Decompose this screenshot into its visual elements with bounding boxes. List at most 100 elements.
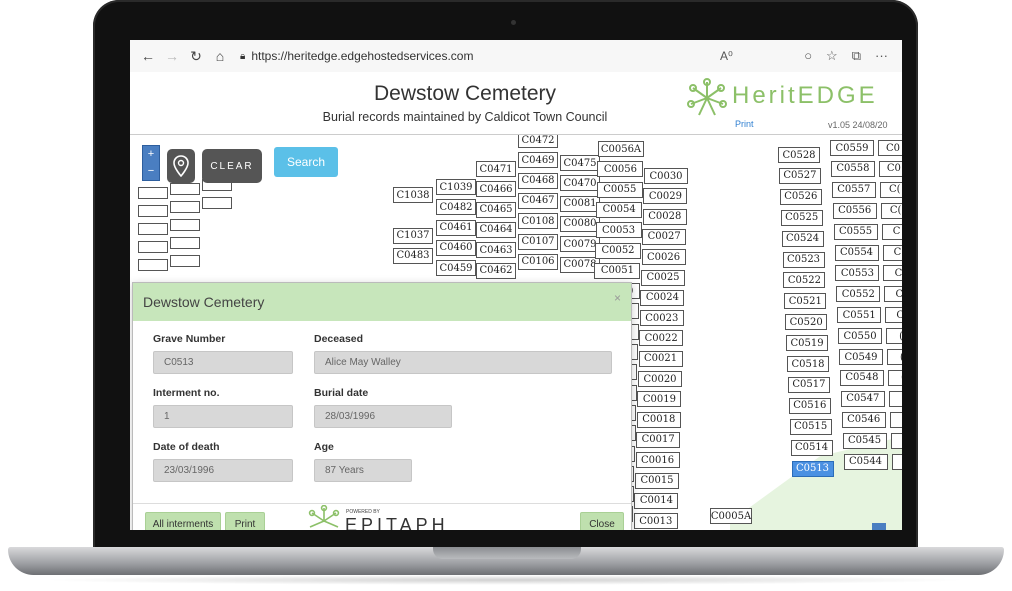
plot-c0467[interactable]: C0467 <box>518 192 558 209</box>
plot-c0023[interactable]: C0023 <box>639 310 684 327</box>
plot-c[interactable]: C <box>881 223 902 240</box>
plot-c0472[interactable]: C0472 <box>518 135 558 148</box>
plot-[interactable]: ( <box>887 369 902 386</box>
plot-c0525[interactable]: C0525 <box>780 209 823 226</box>
plot-partial[interactable] <box>891 453 902 470</box>
plot-c0551[interactable]: C0551 <box>837 307 882 324</box>
plot-c0030[interactable]: C0030 <box>644 168 688 184</box>
all-interments-button[interactable]: All interments <box>145 512 221 530</box>
plot-c0053[interactable]: C0053 <box>595 222 642 239</box>
plot-c0015[interactable]: C0015 <box>635 472 679 489</box>
plot-c0018[interactable]: C0018 <box>636 411 681 428</box>
plot-partial[interactable] <box>890 432 902 449</box>
plot-c0463[interactable]: C0463 <box>476 242 516 259</box>
plot-c0475[interactable]: C0475 <box>560 155 600 171</box>
plot-c0026[interactable]: C0026 <box>641 249 686 266</box>
plot-c0465[interactable]: C0465 <box>476 201 516 218</box>
plot-c0466[interactable]: C0466 <box>476 181 516 198</box>
plot-c[interactable]: C( <box>880 202 902 219</box>
plot-c0[interactable]: C0 <box>878 140 902 156</box>
plot-c0554[interactable]: C0554 <box>834 244 879 261</box>
plot-c0459[interactable]: C0459 <box>436 260 476 277</box>
collections-icon[interactable]: ⧉ <box>852 48 861 64</box>
plot-c0014[interactable]: C0014 <box>634 492 679 509</box>
plot-c0553[interactable]: C0553 <box>835 265 880 282</box>
plot-c0550[interactable]: C0550 <box>838 328 883 345</box>
plot-c0027[interactable]: C0027 <box>642 228 687 245</box>
plot-c0552[interactable]: C0552 <box>836 286 881 303</box>
plot-c0468[interactable]: C0468 <box>518 172 558 189</box>
plot-c0558[interactable]: C0558 <box>830 160 875 177</box>
plot-c0519[interactable]: C0519 <box>786 335 829 352</box>
plot-c1038[interactable]: C1038 <box>393 187 433 203</box>
plot-c[interactable]: C <box>883 265 902 282</box>
plot-[interactable]: ( <box>888 390 902 407</box>
map-corner-control[interactable] <box>872 523 886 530</box>
plot-c0019[interactable]: C0019 <box>637 391 682 408</box>
plot-c0020[interactable]: C0020 <box>638 371 682 387</box>
plot-c0545[interactable]: C0545 <box>842 432 887 449</box>
zoom-control[interactable]: + − <box>142 145 160 181</box>
forward-icon[interactable]: → <box>160 48 184 64</box>
plot-[interactable]: ( <box>887 349 902 365</box>
more-icon[interactable]: ··· <box>875 48 888 64</box>
plot-c0523[interactable]: C0523 <box>782 251 825 268</box>
plot-c1037[interactable]: C1037 <box>393 227 433 244</box>
plot-c0056a[interactable]: C0056A <box>598 141 644 157</box>
plot-c0005a[interactable]: C0005A <box>710 508 752 524</box>
plot-c0079[interactable]: C0079 <box>560 236 600 253</box>
home-icon[interactable]: ⌂ <box>208 48 232 64</box>
print-link[interactable]: Print <box>735 119 754 129</box>
plot-c0548[interactable]: C0548 <box>839 369 884 386</box>
reload-icon[interactable]: ↻ <box>184 48 208 65</box>
plot-c0013[interactable]: C0013 <box>633 513 678 530</box>
plot-c0080[interactable]: C0080 <box>560 215 600 232</box>
plot-c0549[interactable]: C0549 <box>839 349 883 365</box>
plot-c0527[interactable]: C0527 <box>778 167 821 184</box>
plot-c0547[interactable]: C0547 <box>840 390 885 407</box>
plot-c0054[interactable]: C0054 <box>596 201 643 218</box>
plot-c0464[interactable]: C0464 <box>476 221 516 238</box>
plot-c1039[interactable]: C1039 <box>436 179 476 195</box>
plot-c0482[interactable]: C0482 <box>436 199 476 216</box>
plot-[interactable]: ( <box>886 328 902 345</box>
zoom-in-icon[interactable]: + <box>143 146 159 163</box>
plot-c[interactable]: C <box>885 307 902 324</box>
plot-c0521[interactable]: C0521 <box>784 293 827 310</box>
plot-c0462[interactable]: C0462 <box>476 262 516 279</box>
plot-c0029[interactable]: C0029 <box>643 188 688 205</box>
plot-c0460[interactable]: C0460 <box>436 239 476 256</box>
plot-c0051[interactable]: C0051 <box>594 262 641 279</box>
plot-c0471[interactable]: C0471 <box>476 161 516 177</box>
plot-c0461[interactable]: C0461 <box>436 219 476 236</box>
plot-selected[interactable]: C0513 <box>791 460 834 477</box>
plot-c0052[interactable]: C0052 <box>595 242 641 259</box>
read-aloud-icon[interactable]: A⁰ <box>720 49 733 63</box>
search-button[interactable]: Search <box>274 147 338 177</box>
plot-c0559[interactable]: C0559 <box>830 140 874 156</box>
plot-c0028[interactable]: C0028 <box>642 208 687 225</box>
plot-c0520[interactable]: C0520 <box>785 314 828 331</box>
plot-c0544[interactable]: C0544 <box>843 453 888 470</box>
close-icon[interactable]: × <box>614 291 621 305</box>
plot-c0483[interactable]: C0483 <box>393 247 433 264</box>
location-button[interactable] <box>167 149 195 183</box>
plot-c0022[interactable]: C0022 <box>639 330 684 347</box>
zoom-out-icon[interactable]: − <box>143 163 159 180</box>
plot-c0522[interactable]: C0522 <box>783 272 826 289</box>
plot-c[interactable]: C <box>882 244 902 261</box>
plot-c0514[interactable]: C0514 <box>790 439 833 456</box>
plot-c0557[interactable]: C0557 <box>831 181 876 198</box>
close-button[interactable]: Close <box>580 512 624 530</box>
plot-c0556[interactable]: C0556 <box>832 202 877 219</box>
plot-c0025[interactable]: C0025 <box>641 269 685 286</box>
favorites-icon[interactable]: ☆ <box>826 48 838 64</box>
plot-c0055[interactable]: C0055 <box>596 181 643 198</box>
plot-partial[interactable] <box>889 411 902 428</box>
plot-c0106[interactable]: C0106 <box>518 253 558 270</box>
plot-c0526[interactable]: C0526 <box>779 188 822 205</box>
plot-c[interactable]: C( <box>879 181 902 198</box>
copilot-icon[interactable]: ○ <box>804 48 812 64</box>
plot-c0107[interactable]: C0107 <box>518 233 558 250</box>
plot-c0017[interactable]: C0017 <box>636 431 681 448</box>
